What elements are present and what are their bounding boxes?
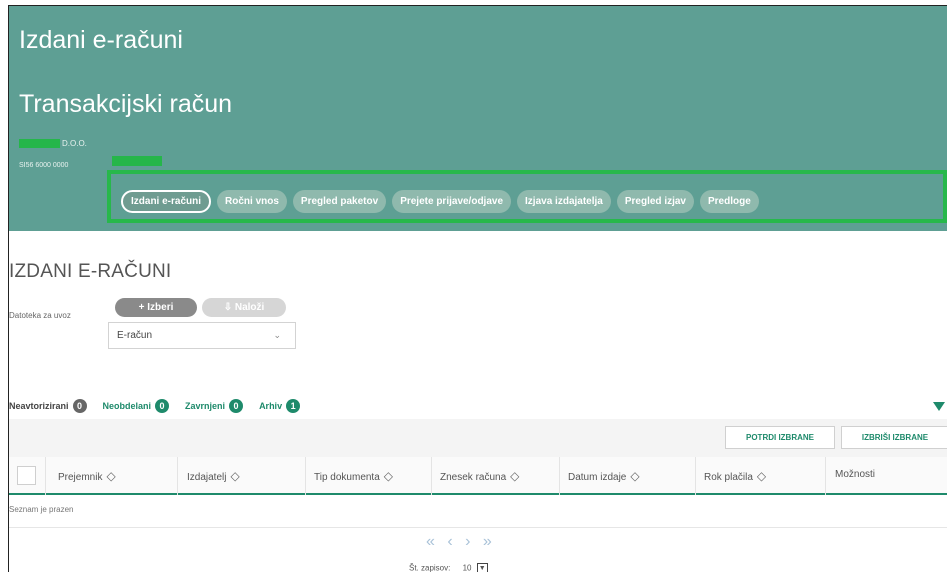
redaction-block — [19, 139, 60, 148]
import-file-label: Datoteka za uvoz — [9, 311, 71, 320]
tab-pregled-izjav[interactable]: Pregled izjav — [616, 190, 694, 213]
upload-button[interactable]: ⇩ Naloži — [202, 298, 286, 317]
delete-selected-button[interactable]: IZBRIŠI IZBRANE — [841, 426, 947, 449]
records-label: Št. zapisov: — [409, 563, 451, 572]
sort-icon: ◇ — [230, 469, 240, 483]
redaction-block — [112, 156, 162, 166]
tab-izjava-izdajatelja[interactable]: Izjava izdajatelja — [517, 190, 611, 213]
sort-icon: ◇ — [630, 469, 640, 483]
column-header-moznosti: Možnosti — [835, 469, 876, 480]
chevron-down-icon: ⌄ — [273, 330, 281, 340]
filter-label: Neobdelani — [102, 401, 152, 411]
tab-prejete-prijave-odjave[interactable]: Prejete prijave/odjave — [392, 190, 512, 213]
tab-rocni-vnos[interactable]: Ročni vnos — [217, 190, 287, 213]
count-badge: 1 — [286, 399, 301, 413]
chevron-down-icon: ▼ — [476, 563, 488, 572]
page-header: Izdani e-računi Transakcijski račun D.O.… — [9, 6, 947, 231]
column-header-prejemnik[interactable]: Prejemnik ◇ — [58, 469, 116, 483]
column-header-znesek-racuna[interactable]: Znesek računa ◇ — [440, 469, 519, 483]
status-filters: Neavtorizirani 0 Neobdelani 0 Zavrnjeni … — [9, 399, 316, 413]
column-label: Prejemnik — [58, 472, 103, 483]
sort-icon: ◇ — [383, 469, 394, 483]
filter-zavrnjeni[interactable]: Zavrnjeni 0 — [185, 399, 244, 413]
filter-neavtorizirani[interactable]: Neavtorizirani 0 — [9, 399, 87, 413]
column-divider — [177, 457, 178, 495]
column-divider — [431, 457, 432, 495]
select-file-button[interactable]: + Izberi — [115, 298, 197, 317]
filter-label: Neavtorizirani — [9, 401, 69, 411]
empty-list-message: Seznam je prazen — [9, 505, 74, 514]
records-value: 10 — [462, 563, 472, 572]
column-divider — [305, 457, 306, 495]
column-label: Datum izdaje — [568, 472, 627, 483]
column-divider — [825, 457, 826, 495]
column-divider — [45, 457, 46, 495]
account-title: Transakcijski račun — [19, 90, 233, 118]
column-label: Izdajatelj — [187, 472, 227, 483]
column-header-izdajatelj[interactable]: Izdajatelj ◇ — [187, 469, 240, 483]
records-select[interactable]: 10 ▼ — [463, 563, 488, 572]
app-frame: Izdani e-računi Transakcijski račun D.O.… — [8, 5, 947, 572]
tab-pregled-paketov[interactable]: Pregled paketov — [292, 190, 387, 213]
count-badge: 0 — [155, 399, 170, 413]
document-type-value: E-račun — [117, 330, 153, 341]
column-divider — [695, 457, 696, 495]
column-header-tip-dokumenta[interactable]: Tip dokumenta ◇ — [314, 469, 393, 483]
filter-label: Arhiv — [259, 401, 283, 411]
tab-predloge[interactable]: Predloge — [700, 190, 759, 213]
column-divider — [559, 457, 560, 495]
column-header-rok-placila[interactable]: Rok plačila ◇ — [704, 469, 766, 483]
count-badge: 0 — [72, 399, 87, 413]
column-label: Znesek računa — [440, 472, 507, 483]
filter-arhiv[interactable]: Arhiv 1 — [259, 399, 301, 413]
column-label: Tip dokumenta — [314, 472, 380, 483]
sort-icon: ◇ — [510, 469, 520, 483]
page-title: Izdani e-računi — [19, 26, 183, 54]
account-iban: SI56 6000 0000 — [19, 162, 69, 169]
sort-icon: ◇ — [756, 469, 767, 483]
pagination-arrows[interactable]: « ‹ › » — [426, 533, 496, 551]
tab-bar: Izdani e-računi Ročni vnos Pregled paket… — [121, 190, 759, 213]
records-per-page: Št. zapisov: 10 ▼ — [409, 563, 488, 572]
filter-icon[interactable] — [933, 402, 945, 411]
count-badge: 0 — [229, 399, 244, 413]
tab-izdani-e-racuni[interactable]: Izdani e-računi — [121, 190, 212, 213]
section-title: IZDANI E-RAČUNI — [9, 261, 172, 282]
filter-label: Zavrnjeni — [185, 401, 226, 411]
filter-neobdelani[interactable]: Neobdelani 0 — [103, 399, 170, 413]
column-header-datum-izdaje[interactable]: Datum izdaje ◇ — [568, 469, 640, 483]
select-all-checkbox[interactable] — [17, 466, 36, 485]
sort-icon: ◇ — [106, 469, 116, 483]
row-divider — [9, 527, 947, 528]
confirm-selected-button[interactable]: POTRDI IZBRANE — [725, 426, 835, 449]
document-type-select[interactable]: E-račun ⌄ — [108, 322, 296, 349]
company-name: D.O.O. — [62, 139, 87, 148]
column-label: Rok plačila — [704, 472, 753, 483]
